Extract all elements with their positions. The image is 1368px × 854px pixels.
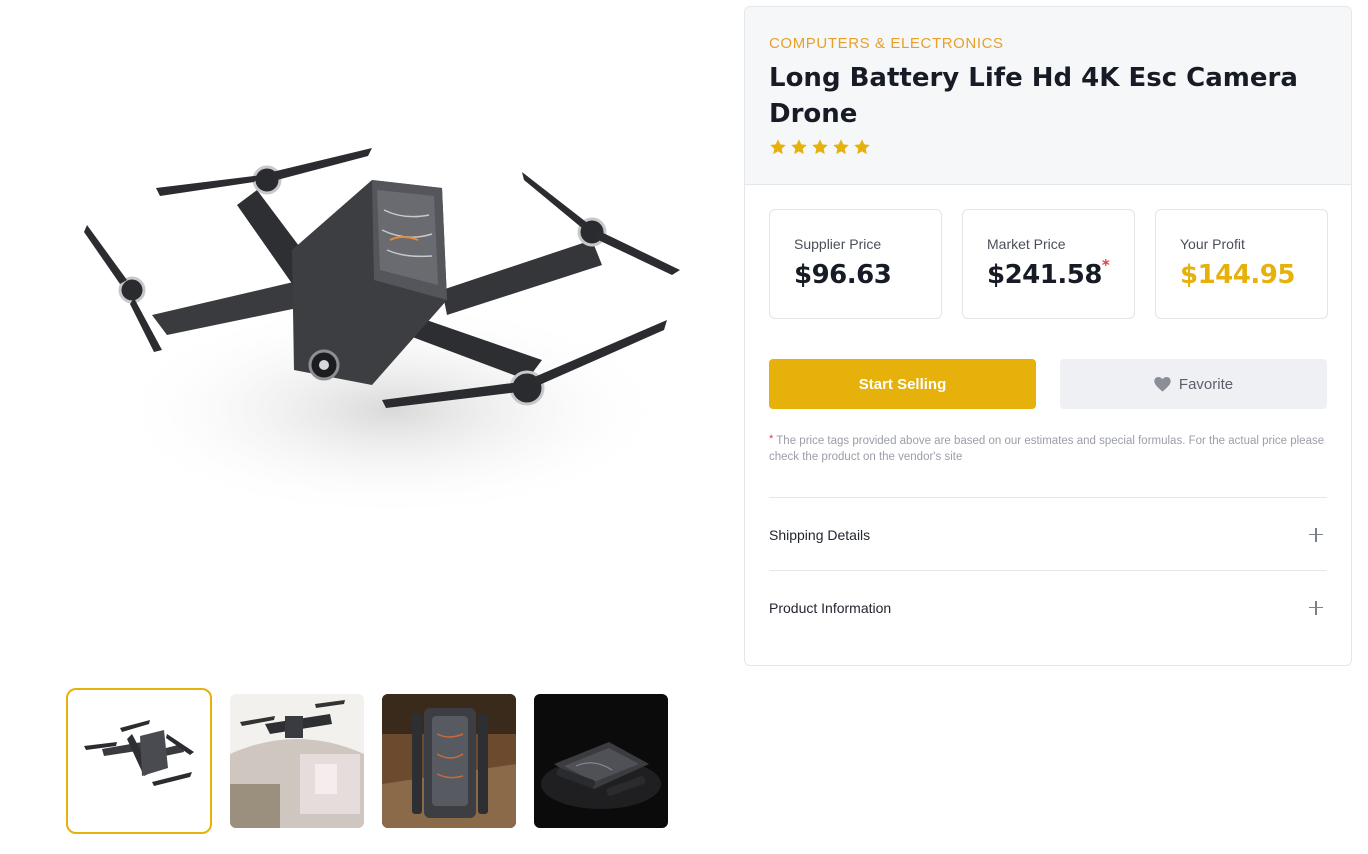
profit-label: Your Profit [1180, 236, 1245, 252]
plus-icon[interactable] [1309, 527, 1323, 542]
thumbnail-strip [66, 688, 668, 834]
heart-icon [1154, 376, 1171, 392]
market-price-label: Market Price [987, 236, 1066, 252]
price-disclaimer: * The price tags provided above are base… [769, 433, 1329, 465]
drone-illustration [84, 148, 680, 520]
product-info-panel: COMPUTERS & ELECTRONICS Long Battery Lif… [744, 6, 1352, 666]
action-buttons: Start Selling Favorite [769, 359, 1327, 409]
star-icon [854, 139, 870, 155]
drone-folded-dark-thumb-image [534, 694, 668, 828]
star-icon [833, 139, 849, 155]
product-title: Long Battery Life Hd 4K Esc Camera Drone [769, 63, 1298, 129]
accordion-label: Shipping Details [769, 526, 871, 543]
star-icon [770, 139, 786, 155]
drone-flying-room-thumb-image [230, 694, 364, 828]
drone-folded-wood-thumb-image [382, 694, 516, 828]
rating-stars [769, 138, 1327, 156]
disclaimer-asterisk: * [769, 433, 774, 445]
product-category[interactable]: COMPUTERS & ELECTRONICS [769, 35, 1327, 52]
market-price-value: $241.58 [987, 260, 1102, 290]
profit-value: $144.95 [1180, 260, 1295, 290]
main-product-image[interactable] [72, 120, 680, 600]
supplier-price-value: $96.63 [794, 260, 892, 290]
disclaimer-text: The price tags provided above are based … [769, 435, 1325, 463]
star-icon [812, 139, 828, 155]
price-cards: Supplier Price $96.63 Market Price $241.… [769, 209, 1328, 319]
favorite-label: Favorite [1178, 375, 1234, 393]
accordion-shipping-details[interactable]: Shipping Details [769, 497, 1327, 571]
market-price-card: Market Price $241.58* [962, 209, 1135, 319]
accordion-product-information[interactable]: Product Information [769, 570, 1327, 644]
accordion-label: Product Information [769, 599, 892, 616]
favorite-button[interactable]: Favorite [1060, 359, 1327, 409]
product-header: COMPUTERS & ELECTRONICS Long Battery Lif… [745, 7, 1351, 185]
thumbnail-4[interactable] [534, 694, 668, 828]
product-page: COMPUTERS & ELECTRONICS Long Battery Lif… [0, 0, 1368, 854]
supplier-price-card: Supplier Price $96.63 [769, 209, 942, 319]
drone-front-thumb-image [72, 694, 206, 828]
plus-icon[interactable] [1309, 600, 1323, 615]
start-selling-label: Start Selling [858, 375, 947, 393]
supplier-price-label: Supplier Price [794, 236, 882, 252]
star-icon [791, 139, 807, 155]
thumbnail-1-active[interactable] [66, 688, 212, 834]
market-price-row: $241.58* [987, 256, 1134, 290]
start-selling-button[interactable]: Start Selling [769, 359, 1036, 409]
market-price-asterisk: * [1101, 256, 1110, 274]
thumbnail-3[interactable] [382, 694, 516, 828]
profit-card: Your Profit $144.95 [1155, 209, 1328, 319]
thumbnail-2[interactable] [230, 694, 364, 828]
